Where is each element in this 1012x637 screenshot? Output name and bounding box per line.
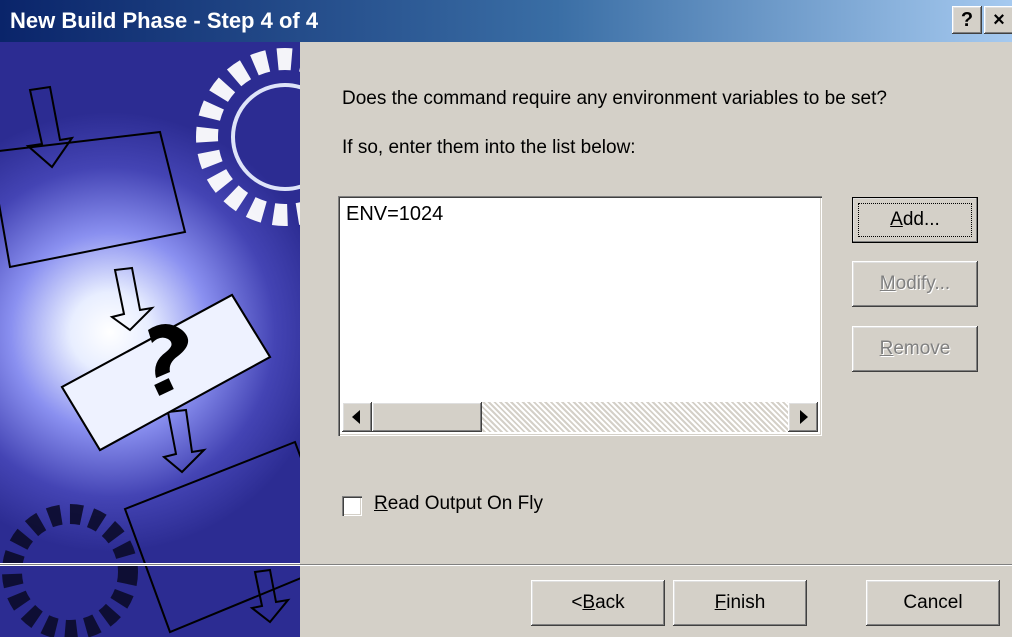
scroll-left-button[interactable]	[342, 402, 372, 432]
footer-separator	[0, 564, 1012, 566]
read-output-checkbox[interactable]	[342, 496, 362, 516]
horizontal-scrollbar[interactable]	[342, 402, 818, 432]
back-button-label: < Back	[571, 592, 625, 613]
help-button[interactable]: ?	[952, 6, 982, 34]
close-icon: ×	[993, 9, 1005, 31]
add-button[interactable]: Add...	[852, 197, 978, 243]
window-title: New Build Phase - Step 4 of 4	[10, 8, 319, 33]
title-bar[interactable]: New Build Phase - Step 4 of 4 ? ×	[0, 0, 1012, 42]
wizard-artwork	[0, 42, 300, 637]
instruction-text: If so, enter them into the list below:	[342, 137, 636, 158]
finish-button-label: Finish	[714, 592, 766, 613]
cancel-button[interactable]: Cancel	[866, 580, 1000, 626]
wizard-dialog: New Build Phase - Step 4 of 4 ? × Does t…	[0, 0, 1012, 637]
env-variables-list[interactable]	[338, 196, 822, 436]
left-arrow-icon	[352, 410, 360, 424]
help-icon: ?	[960, 9, 974, 31]
read-output-label[interactable]: Read Output On Fly	[374, 493, 543, 515]
scroll-thumb[interactable]	[372, 402, 482, 432]
right-arrow-icon	[800, 410, 808, 424]
close-button[interactable]: ×	[984, 6, 1012, 34]
cancel-button-label: Cancel	[903, 592, 963, 613]
focus-rect	[858, 203, 972, 237]
back-button[interactable]: < Back	[531, 580, 665, 626]
list-item[interactable]: ENV=1024	[346, 203, 443, 226]
finish-button[interactable]: Finish	[673, 580, 807, 626]
modify-button-label: Modify...	[879, 273, 951, 294]
question-text: Does the command require any environment…	[342, 88, 887, 109]
scroll-right-button[interactable]	[788, 402, 818, 432]
remove-button[interactable]: Remove	[852, 326, 978, 372]
modify-button[interactable]: Modify...	[852, 261, 978, 307]
remove-button-label: Remove	[879, 338, 951, 359]
